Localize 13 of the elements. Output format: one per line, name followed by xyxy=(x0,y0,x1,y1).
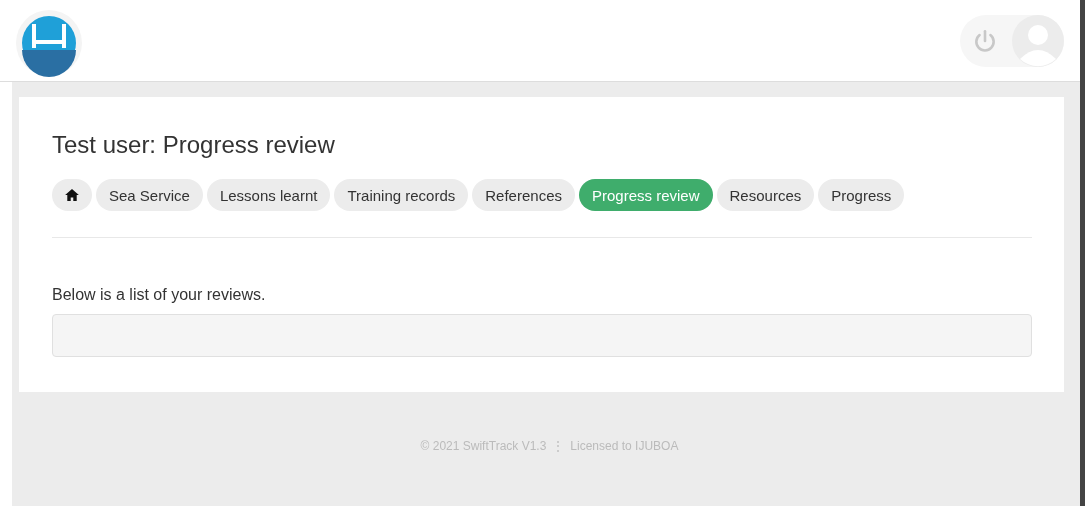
home-icon xyxy=(65,189,79,201)
power-icon[interactable] xyxy=(972,27,998,54)
intro-text: Below is a list of your reviews. xyxy=(52,286,267,304)
page-title: Test user: Progress review xyxy=(52,131,336,159)
tab[interactable]: Progress xyxy=(818,179,905,211)
tab[interactable]: Training records xyxy=(334,179,469,211)
tab[interactable]: References xyxy=(472,179,575,211)
tab[interactable]: Lessons learnt xyxy=(206,179,331,211)
tab[interactable]: Resources xyxy=(716,179,815,211)
home-tab[interactable] xyxy=(52,179,92,211)
logo-icon xyxy=(14,7,84,78)
separator-text: ⋮ xyxy=(552,439,565,453)
tab[interactable]: Sea Service xyxy=(96,179,203,211)
